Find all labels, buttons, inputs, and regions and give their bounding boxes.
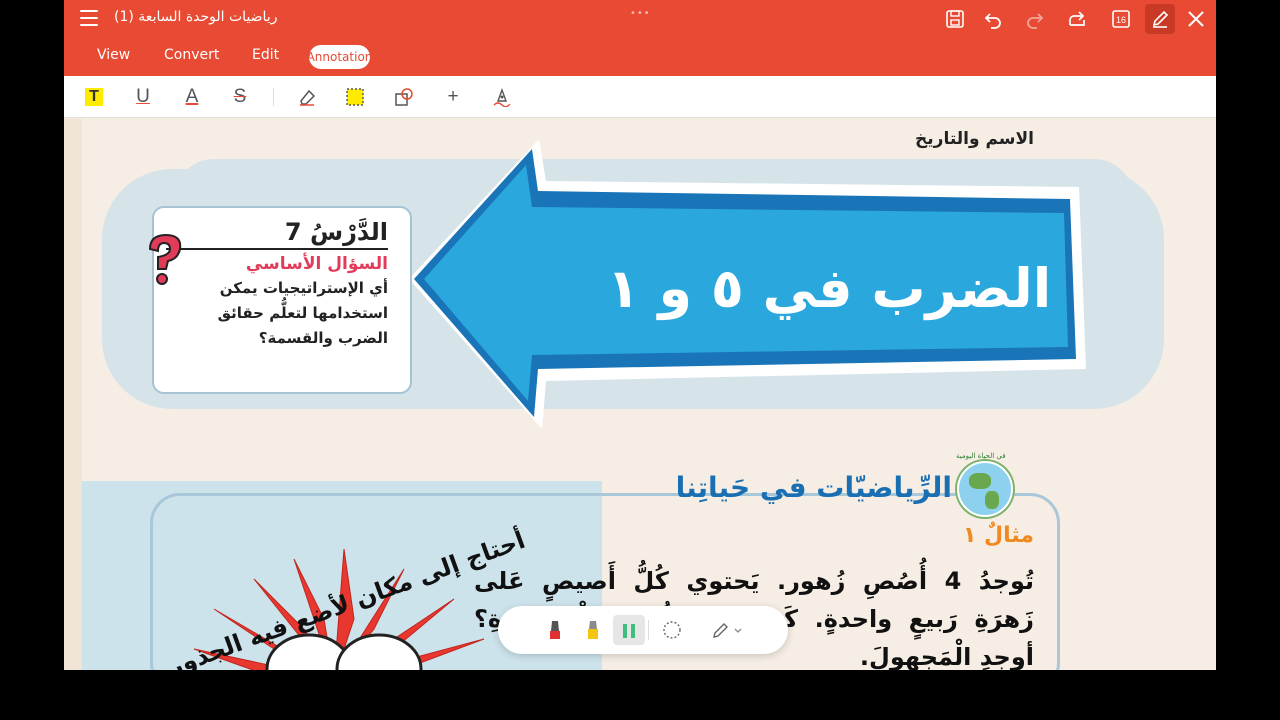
menu-tabs: View Convert Edit Annotation	[64, 38, 1216, 76]
lesson-rule	[166, 248, 388, 250]
eraser-icon[interactable]	[295, 85, 319, 109]
toolbar-divider	[273, 88, 274, 106]
tab-edit[interactable]: Edit	[252, 47, 279, 63]
pen-settings-icon[interactable]	[708, 618, 748, 642]
red-pen-icon[interactable]	[542, 618, 568, 642]
question-mark-icon	[148, 233, 182, 285]
essential-question-label: السؤال الأساسي	[245, 254, 388, 274]
lasso-icon[interactable]	[659, 618, 685, 642]
pen-toolbar-divider	[648, 620, 649, 640]
shapes-icon[interactable]	[392, 85, 416, 109]
window-grip-icon[interactable]: •••	[630, 8, 651, 19]
tab-annotation[interactable]: Annotation	[307, 45, 372, 69]
pdf-page[interactable]: الاسم والتاريخ الضرب في ٥ و ١ الدَّرْسُ …	[64, 119, 1216, 670]
example-label: مثالٌ ١	[962, 523, 1034, 548]
page-count-icon[interactable]: 16	[1106, 4, 1136, 34]
highlight-text-tool[interactable]: T	[85, 88, 103, 106]
close-icon[interactable]	[1181, 4, 1211, 34]
essential-question-text: أي الإستراتيجيات يمكن استخدامها لتعلُّم …	[217, 279, 388, 347]
lesson-number: الدَّرْسُ 7	[284, 218, 388, 246]
save-icon[interactable]	[940, 4, 970, 34]
edit-pen-icon[interactable]	[1145, 4, 1175, 34]
title-bar: رياضيات الوحدة السابعة (1) ••• 16	[64, 0, 1216, 38]
page-count-badge: 16	[1116, 15, 1126, 25]
globe-label: في الحياة اليومية	[956, 452, 1006, 460]
signature-icon[interactable]	[490, 85, 514, 109]
yellow-highlighter-icon[interactable]	[580, 618, 606, 642]
globe-icon	[957, 461, 1013, 517]
strikethrough-tool[interactable]: S	[228, 85, 252, 109]
tab-view[interactable]: View	[97, 47, 130, 63]
text-color-tool[interactable]: A	[180, 85, 204, 109]
share-icon[interactable]	[1062, 4, 1092, 34]
underline-tool[interactable]: U	[131, 85, 155, 109]
menu-icon[interactable]	[80, 10, 98, 26]
lesson-card: الدَّرْسُ 7 السؤال الأساسي أي الإستراتيج…	[152, 206, 412, 394]
floating-pen-toolbar	[498, 606, 788, 654]
tab-convert[interactable]: Convert	[164, 47, 219, 63]
green-highlighter-icon[interactable]	[613, 615, 645, 645]
screen-bottom-margin	[0, 670, 1280, 720]
undo-icon[interactable]	[978, 4, 1008, 34]
area-highlight-icon[interactable]	[343, 85, 367, 109]
section-title: الرِّياضيّات في حَياتِنا	[675, 471, 952, 504]
add-icon[interactable]: +	[441, 85, 465, 109]
lesson-title: الضرب في ٥ و ١	[606, 257, 1052, 320]
document-title: رياضيات الوحدة السابعة (1)	[114, 9, 278, 25]
pdf-reader-app: رياضيات الوحدة السابعة (1) ••• 16 View C…	[64, 0, 1216, 670]
redo-icon[interactable]	[1020, 4, 1050, 34]
annotation-toolbar: T U A S +	[64, 76, 1216, 118]
